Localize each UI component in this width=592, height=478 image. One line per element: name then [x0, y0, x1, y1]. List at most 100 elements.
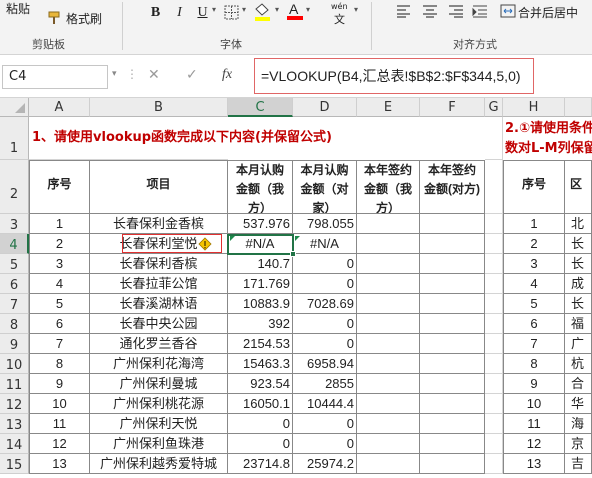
cell-i-14[interactable]: 京	[565, 434, 592, 454]
row-header-1[interactable]: 1	[0, 117, 29, 160]
header-c[interactable]: 本月认购金额（我方）	[228, 160, 293, 214]
insert-function-icon[interactable]: fx	[222, 67, 232, 83]
cell-no-4[interactable]: 2	[29, 234, 90, 254]
cell-project-11[interactable]: 广州保利曼城	[90, 374, 228, 394]
cell-h-11[interactable]: 9	[503, 374, 565, 394]
cell-f-11[interactable]	[420, 374, 485, 394]
cell-f-9[interactable]	[420, 334, 485, 354]
cell-g-9[interactable]	[485, 334, 503, 354]
cell-e-11[interactable]	[357, 374, 420, 394]
cell-d-11[interactable]: 2855	[293, 374, 357, 394]
cell-i-10[interactable]: 杭	[565, 354, 592, 374]
cell-project-12[interactable]: 广州保利桃花源	[90, 394, 228, 414]
header-i[interactable]: 区	[565, 160, 592, 214]
header-no[interactable]: 序号	[29, 160, 90, 214]
column-header-b[interactable]: B	[90, 98, 228, 117]
column-header-f[interactable]: F	[420, 98, 485, 117]
cell-d-8[interactable]: 0	[293, 314, 357, 334]
cell-project-8[interactable]: 长春中央公园	[90, 314, 228, 334]
column-header-g[interactable]: G	[485, 98, 503, 117]
bold-button[interactable]: B	[146, 3, 165, 22]
cell-project-14[interactable]: 广州保利鱼珠港	[90, 434, 228, 454]
select-all-corner[interactable]	[0, 98, 29, 117]
cell-e-13[interactable]	[357, 414, 420, 434]
cell-no-3[interactable]: 1	[29, 214, 90, 234]
cell-e-12[interactable]	[357, 394, 420, 414]
enter-icon[interactable]: ✓	[186, 67, 198, 83]
cell-d-12[interactable]: 10444.4	[293, 394, 357, 414]
indent-button[interactable]	[472, 4, 490, 20]
cell-f-3[interactable]	[420, 214, 485, 234]
cell-c-3[interactable]: 537.976	[228, 214, 293, 234]
cell-d-13[interactable]: 0	[293, 414, 357, 434]
cell-i-13[interactable]: 海	[565, 414, 592, 434]
cell-e-5[interactable]	[357, 254, 420, 274]
cell-d-14[interactable]: 0	[293, 434, 357, 454]
cell-no-5[interactable]: 3	[29, 254, 90, 274]
cell-h-15[interactable]: 13	[503, 454, 565, 474]
cell-h-5[interactable]: 3	[503, 254, 565, 274]
cell-g1[interactable]	[485, 117, 503, 160]
cell-h-13[interactable]: 11	[503, 414, 565, 434]
cell-f-13[interactable]	[420, 414, 485, 434]
column-header-h[interactable]: H	[503, 98, 565, 117]
cell-i-6[interactable]: 成	[565, 274, 592, 294]
cell-d-3[interactable]: 798.055	[293, 214, 357, 234]
cell-no-10[interactable]: 8	[29, 354, 90, 374]
cell-c-11[interactable]: 923.54	[228, 374, 293, 394]
phonetic-button[interactable]: wén 文	[328, 2, 354, 26]
row-header-15[interactable]: 15	[0, 454, 29, 474]
row-header-6[interactable]: 6	[0, 274, 29, 294]
cell-no-6[interactable]: 4	[29, 274, 90, 294]
cell-h-12[interactable]: 10	[503, 394, 565, 414]
name-box-dropdown-icon[interactable]: ▾	[112, 69, 117, 79]
cell-g-3[interactable]	[485, 214, 503, 234]
formula-bar-handle[interactable]: ⋮	[126, 67, 138, 81]
cell-c-8[interactable]: 392	[228, 314, 293, 334]
cell-d-6[interactable]: 0	[293, 274, 357, 294]
cell-d-7[interactable]: 7028.69	[293, 294, 357, 314]
cell-f-15[interactable]	[420, 454, 485, 474]
cell-h-8[interactable]: 6	[503, 314, 565, 334]
cell-g-6[interactable]	[485, 274, 503, 294]
cell-e-10[interactable]	[357, 354, 420, 374]
cell-project-3[interactable]: 长春保利金香槟	[90, 214, 228, 234]
cell-h-7[interactable]: 5	[503, 294, 565, 314]
cell-i-4[interactable]: 长	[565, 234, 592, 254]
align-right-button[interactable]	[448, 4, 466, 20]
row-header-9[interactable]: 9	[0, 334, 29, 354]
cell-i-12[interactable]: 华	[565, 394, 592, 414]
warning-icon[interactable]	[198, 237, 212, 251]
cell-project-10[interactable]: 广州保利花海湾	[90, 354, 228, 374]
cell-no-14[interactable]: 12	[29, 434, 90, 454]
cell-i-7[interactable]: 长	[565, 294, 592, 314]
header-e[interactable]: 本年签约金额（我方）	[357, 160, 420, 214]
cell-project-13[interactable]: 广州保利天悦	[90, 414, 228, 434]
align-left-button[interactable]	[396, 4, 414, 20]
cell-g-11[interactable]	[485, 374, 503, 394]
header-d[interactable]: 本月认购金额（对家）	[293, 160, 357, 214]
cell-f-4[interactable]	[420, 234, 485, 254]
cell-i-11[interactable]: 合	[565, 374, 592, 394]
header-project[interactable]: 项目	[90, 160, 228, 214]
cell-e-15[interactable]	[357, 454, 420, 474]
cell-i-9[interactable]: 广	[565, 334, 592, 354]
row-header-5[interactable]: 5	[0, 254, 29, 274]
cell-f-10[interactable]	[420, 354, 485, 374]
cell-project-9[interactable]: 通化罗兰香谷	[90, 334, 228, 354]
cell-no-13[interactable]: 11	[29, 414, 90, 434]
cell-c-10[interactable]: 15463.3	[228, 354, 293, 374]
cell-d-5[interactable]: 0	[293, 254, 357, 274]
cell-project-7[interactable]: 长春溪湖林语	[90, 294, 228, 314]
cell-g-14[interactable]	[485, 434, 503, 454]
cell-project-6[interactable]: 长春拉菲公馆	[90, 274, 228, 294]
cell-f-6[interactable]	[420, 274, 485, 294]
column-header-a[interactable]: A	[29, 98, 90, 117]
cell-e-6[interactable]	[357, 274, 420, 294]
fill-color-dropdown-icon[interactable]: ▾	[275, 5, 279, 14]
row-header-2[interactable]: 2	[0, 160, 29, 214]
header-h[interactable]: 序号	[503, 160, 565, 214]
column-header-i[interactable]	[565, 98, 592, 117]
font-color-dropdown-icon[interactable]: ▾	[306, 5, 310, 14]
border-dropdown-icon[interactable]: ▾	[242, 5, 246, 14]
